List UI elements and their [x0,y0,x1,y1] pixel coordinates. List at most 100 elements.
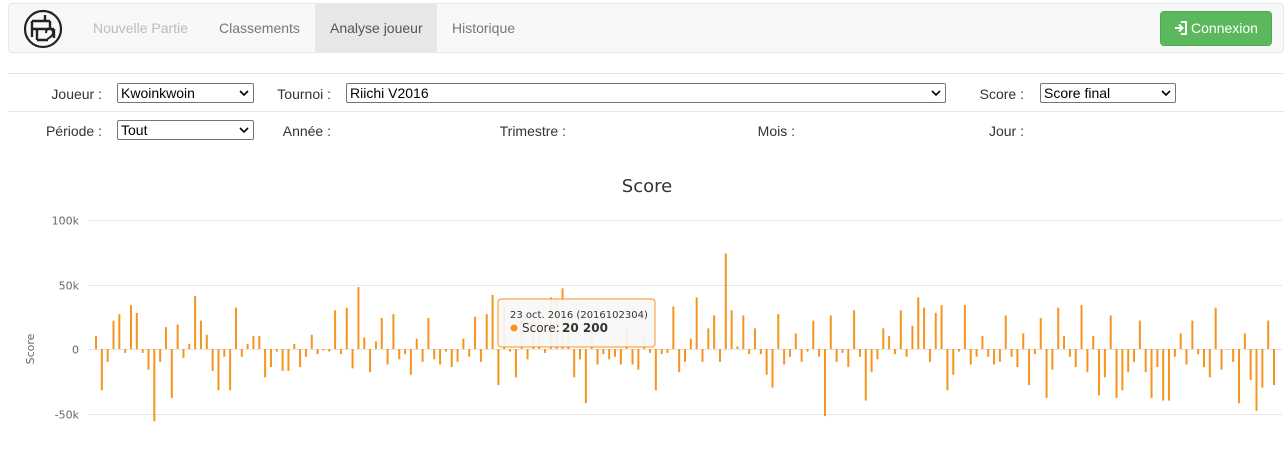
bar[interactable] [1220,349,1223,370]
bar[interactable] [462,338,465,349]
bar[interactable] [1261,349,1264,388]
bar[interactable] [147,349,150,370]
bar[interactable] [893,349,896,355]
bar[interactable] [153,349,156,422]
bar[interactable] [351,349,354,369]
bar[interactable] [1150,349,1153,399]
bar[interactable] [293,343,296,349]
bar[interactable] [718,349,721,362]
bar[interactable] [1115,349,1118,399]
bar[interactable] [561,288,564,349]
bar[interactable] [1185,349,1188,365]
bar[interactable] [1273,349,1275,386]
bar[interactable] [1191,320,1194,349]
bar[interactable] [748,349,751,355]
bar[interactable] [409,349,412,375]
bar[interactable] [958,349,961,352]
bar[interactable] [847,349,850,368]
bar[interactable] [637,349,640,370]
bar[interactable] [923,307,926,349]
bar[interactable] [678,349,681,373]
bar[interactable] [969,349,972,365]
bar[interactable] [258,336,261,349]
bar[interactable] [841,349,844,353]
bar[interactable] [876,349,879,360]
bar[interactable] [205,334,208,349]
bar[interactable] [940,305,943,349]
bar[interactable] [1121,349,1124,391]
bar[interactable] [549,297,552,349]
joueur-select[interactable]: Kwoinkwoin [117,83,254,103]
bar[interactable] [1039,318,1042,349]
bar[interactable] [380,318,383,349]
bar[interactable] [1028,349,1031,386]
bar[interactable] [129,305,132,349]
bar[interactable] [1162,349,1165,401]
bar[interactable] [439,349,442,365]
bar[interactable] [112,320,115,349]
bar[interactable] [1098,349,1101,396]
bar[interactable] [724,253,727,349]
bar[interactable] [1243,333,1246,349]
bar[interactable] [176,324,179,349]
bar[interactable] [491,294,494,349]
nav-nouvelle-partie[interactable]: Nouvelle Partie [93,4,189,52]
bar[interactable] [928,349,931,362]
bar[interactable] [1074,349,1077,368]
bar[interactable] [433,349,436,360]
bar[interactable] [229,349,232,391]
bar[interactable] [672,306,675,349]
bar[interactable] [444,349,447,352]
bar[interactable] [783,349,786,365]
bar[interactable] [649,349,652,353]
login-button[interactable]: Connexion [1160,11,1272,46]
bar[interactable] [509,349,512,352]
bar[interactable] [905,349,908,357]
bar[interactable] [479,349,482,362]
bar[interactable] [369,349,372,373]
bar[interactable] [625,325,628,349]
bar[interactable] [1197,349,1200,355]
bar[interactable] [987,349,990,357]
bar[interactable] [666,349,669,353]
bar[interactable] [421,349,424,362]
bar[interactable] [742,315,745,349]
bar[interactable] [1045,349,1048,399]
bar[interactable] [812,320,815,349]
bar[interactable] [106,349,109,362]
bar[interactable] [952,349,955,375]
bar[interactable] [1033,349,1036,355]
bar[interactable] [870,349,873,373]
bar[interactable] [1238,349,1241,404]
bar[interactable] [526,349,529,360]
bar[interactable] [759,349,762,355]
bar[interactable] [1267,320,1270,349]
bar[interactable] [1249,349,1252,380]
bar[interactable] [170,349,173,399]
bar[interactable] [835,349,838,362]
bar[interactable] [701,349,704,362]
score-select[interactable]: Score final [1040,83,1176,103]
bar[interactable] [538,309,541,349]
bar[interactable] [771,349,774,388]
bar[interactable] [631,349,634,365]
bar[interactable] [864,349,867,401]
bar[interactable] [450,349,453,368]
bar[interactable] [1010,349,1013,357]
bar[interactable] [1057,307,1060,349]
bar[interactable] [363,337,366,349]
bar[interactable] [264,349,267,378]
bar[interactable] [398,349,401,360]
bar[interactable] [118,314,121,349]
bar[interactable] [1103,349,1106,378]
bar[interactable] [993,349,996,365]
bar[interactable] [1051,349,1054,370]
bar[interactable] [1214,307,1217,349]
bar[interactable] [1022,333,1025,349]
bar[interactable] [514,349,517,378]
bar[interactable] [853,310,856,349]
logo-icon[interactable] [23,9,63,49]
bar[interactable] [503,305,506,349]
bar[interactable] [579,349,582,360]
bar[interactable] [555,299,558,349]
